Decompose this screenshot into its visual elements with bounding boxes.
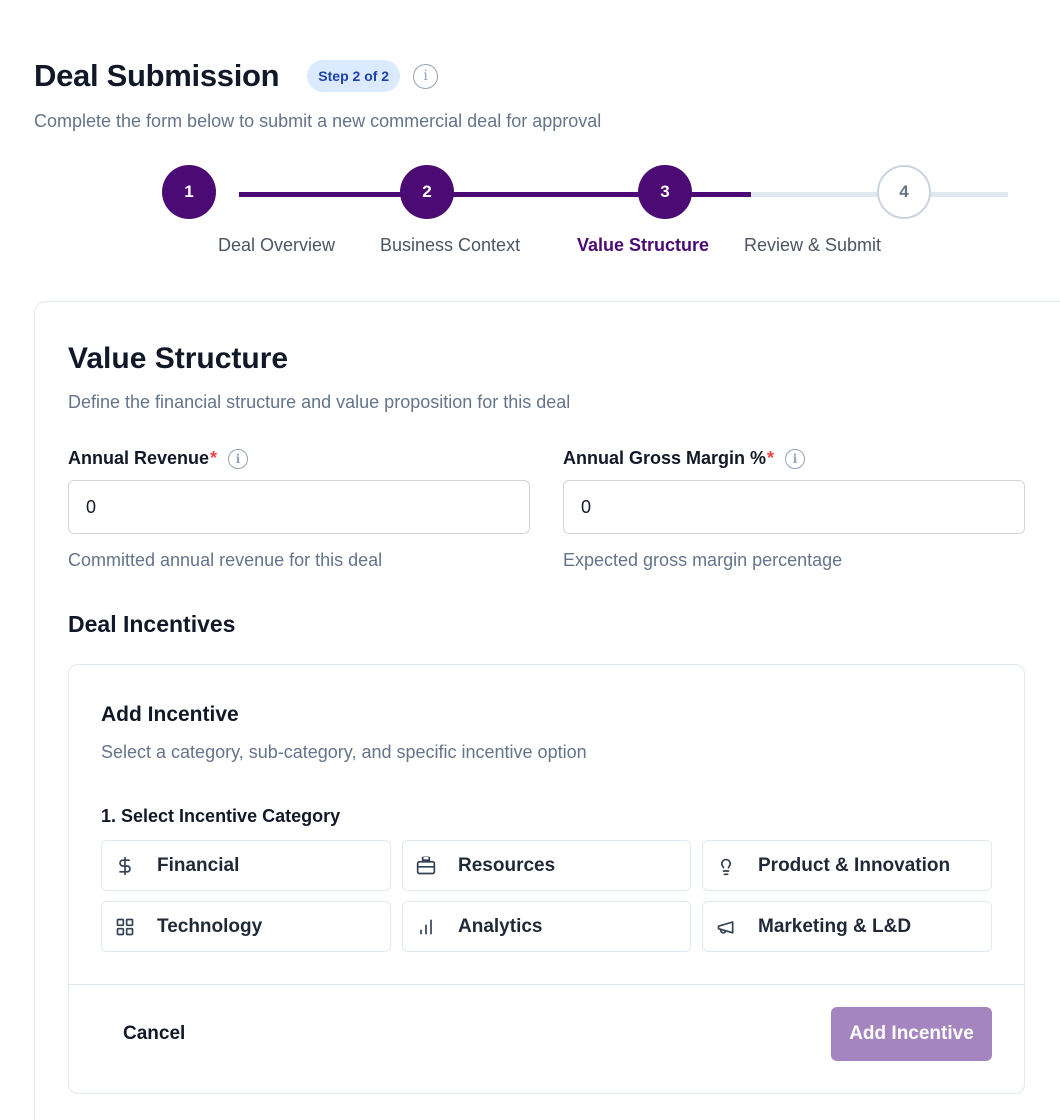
info-icon[interactable]: i — [413, 63, 439, 89]
category-marketing-ld[interactable]: Marketing & L&D — [702, 901, 992, 952]
add-incentive-title: Add Incentive — [101, 703, 239, 726]
deal-incentives-title: Deal Incentives — [68, 611, 236, 637]
step-1-indicator[interactable]: 1 — [162, 165, 216, 219]
step-4-label: Review & Submit — [744, 235, 882, 255]
category-resources[interactable]: Resources — [402, 840, 691, 891]
gross-margin-label: Annual Gross Margin % * i — [563, 448, 806, 469]
category-technology[interactable]: Technology — [101, 901, 391, 952]
category-step-label: 1. Select Incentive Category — [101, 806, 341, 826]
step-2-indicator[interactable]: 2 — [400, 165, 454, 219]
info-icon[interactable]: i — [785, 448, 806, 469]
category-grid: Financial Resources Product & Innovation… — [101, 840, 992, 952]
step-4-indicator[interactable]: 4 — [877, 165, 931, 219]
annual-revenue-help: Committed annual revenue for this deal — [68, 550, 383, 570]
gross-margin-input[interactable] — [563, 480, 1025, 534]
briefcase-icon — [416, 856, 436, 876]
category-product-innovation[interactable]: Product & Innovation — [702, 840, 992, 891]
annual-revenue-label: Annual Revenue * i — [68, 448, 249, 469]
step-2-label: Business Context — [380, 235, 521, 255]
required-mark: * — [210, 448, 218, 468]
step-badge: Step 2 of 2 — [307, 60, 401, 92]
annual-revenue-input[interactable] — [68, 480, 530, 534]
category-analytics[interactable]: Analytics — [402, 901, 691, 952]
step-1-label: Deal Overview — [218, 235, 336, 255]
add-incentive-button[interactable]: Add Incentive — [831, 1007, 992, 1061]
page-title: Deal Submission — [34, 58, 280, 93]
dollar-icon — [115, 856, 135, 876]
cancel-button[interactable]: Cancel — [101, 1007, 207, 1061]
category-financial[interactable]: Financial — [101, 840, 391, 891]
gross-margin-help: Expected gross margin percentage — [563, 550, 843, 570]
step-3-label: Value Structure — [577, 235, 710, 255]
value-structure-card: Value Structure Define the financial str… — [34, 301, 1060, 1120]
lightbulb-icon — [716, 856, 736, 876]
step-3-indicator[interactable]: 3 — [638, 165, 692, 219]
progress-stepper: 1 2 3 4 Deal Overview Business Context V… — [0, 165, 1060, 265]
bar-chart-icon — [416, 917, 436, 937]
page-header: Deal Submission Step 2 of 2 i — [34, 58, 439, 94]
info-icon[interactable]: i — [228, 448, 249, 469]
grid-icon — [115, 917, 135, 937]
megaphone-icon — [716, 917, 736, 937]
required-mark: * — [767, 448, 775, 468]
page-subtitle: Complete the form below to submit a new … — [34, 111, 602, 131]
add-incentive-panel: Add Incentive Select a category, sub-cat… — [68, 664, 1025, 1094]
add-incentive-description: Select a category, sub-category, and spe… — [101, 742, 587, 762]
section-description: Define the financial structure and value… — [68, 392, 571, 412]
panel-divider — [69, 984, 1024, 985]
section-title: Value Structure — [68, 342, 289, 375]
